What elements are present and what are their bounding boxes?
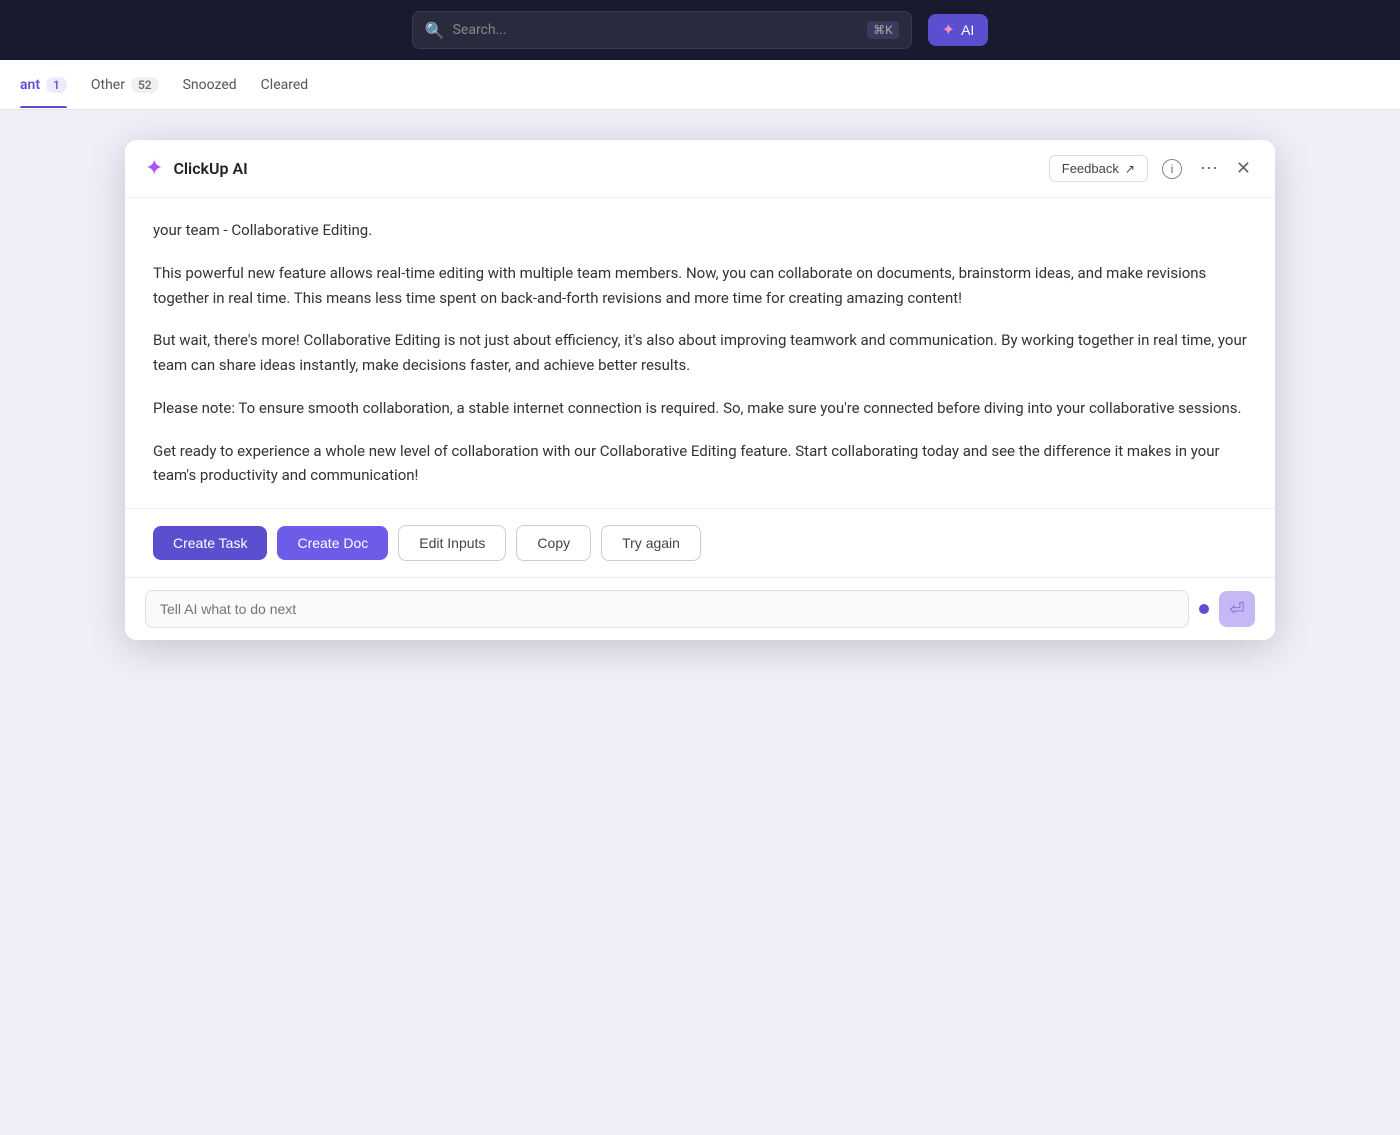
close-button[interactable]: ✕	[1232, 154, 1255, 183]
panel-body: your team - Collaborative Editing. This …	[125, 198, 1275, 508]
tab-other[interactable]: Other 52	[91, 63, 159, 107]
tab-cleared-label: Cleared	[261, 77, 309, 93]
ai-panel: ✦ ClickUp AI Feedback ↗ i ⋯ ✕	[125, 140, 1275, 640]
tab-important[interactable]: ant 1	[20, 63, 67, 107]
panel-actions-row: Create Task Create Doc Edit Inputs Copy …	[125, 508, 1275, 577]
content-paragraph-0: your team - Collaborative Editing.	[153, 218, 1247, 243]
panel-header-actions: Feedback ↗ i ⋯ ✕	[1049, 154, 1255, 183]
copy-label: Copy	[537, 535, 570, 551]
tab-important-badge: 1	[46, 77, 67, 93]
more-button[interactable]: ⋯	[1196, 154, 1222, 183]
feedback-button[interactable]: Feedback ↗	[1049, 155, 1148, 182]
send-button[interactable]: ⏎	[1219, 591, 1255, 627]
info-button[interactable]: i	[1158, 155, 1186, 183]
try-again-label: Try again	[622, 535, 680, 551]
tab-snoozed-label: Snoozed	[183, 77, 237, 93]
close-icon: ✕	[1236, 158, 1251, 179]
search-placeholder: Search...	[453, 22, 507, 38]
tab-other-badge: 52	[131, 77, 159, 93]
tabs-row: ant 1 Other 52 Snoozed Cleared	[0, 60, 1400, 110]
ai-button[interactable]: ✦ AI	[928, 14, 989, 46]
input-status-dot	[1199, 604, 1209, 614]
search-bar[interactable]: 🔍 Search... ⌘K	[412, 11, 912, 49]
search-icon: 🔍	[425, 21, 445, 40]
ai-sparkle-icon: ✦	[942, 20, 955, 40]
tab-other-label: Other	[91, 77, 125, 93]
copy-button[interactable]: Copy	[516, 525, 591, 561]
search-shortcut: ⌘K	[867, 21, 899, 39]
tab-important-label: ant	[20, 77, 40, 93]
info-icon: i	[1162, 159, 1182, 179]
create-task-label: Create Task	[173, 535, 247, 551]
ai-input[interactable]	[145, 590, 1189, 628]
shortcut-symbol: ⌘K	[873, 23, 893, 37]
content-paragraph-4: Get ready to experience a whole new leve…	[153, 439, 1247, 489]
send-icon: ⏎	[1229, 599, 1244, 620]
edit-inputs-button[interactable]: Edit Inputs	[398, 525, 506, 561]
panel-header: ✦ ClickUp AI Feedback ↗ i ⋯ ✕	[125, 140, 1275, 198]
top-bar: 🔍 Search... ⌘K ✦ AI	[0, 0, 1400, 60]
panel-input-area: ⏎	[125, 577, 1275, 640]
create-task-button[interactable]: Create Task	[153, 526, 267, 560]
ai-button-label: AI	[961, 22, 974, 38]
edit-inputs-label: Edit Inputs	[419, 535, 485, 551]
ai-sparkle-logo: ✦	[145, 156, 163, 181]
create-doc-button[interactable]: Create Doc	[277, 526, 388, 560]
more-icon: ⋯	[1200, 158, 1218, 179]
content-paragraph-2: But wait, there's more! Collaborative Ed…	[153, 328, 1247, 378]
tab-cleared[interactable]: Cleared	[261, 63, 309, 107]
content-paragraph-1: This powerful new feature allows real-ti…	[153, 261, 1247, 311]
panel-title: ClickUp AI	[173, 159, 247, 178]
content-area: ✦ ClickUp AI Feedback ↗ i ⋯ ✕	[0, 110, 1400, 1135]
tab-snoozed[interactable]: Snoozed	[183, 63, 237, 107]
try-again-button[interactable]: Try again	[601, 525, 701, 561]
create-doc-label: Create Doc	[297, 535, 368, 551]
panel-title-wrap: ✦ ClickUp AI	[145, 156, 1049, 181]
external-link-icon: ↗	[1125, 162, 1135, 176]
content-paragraph-3: Please note: To ensure smooth collaborat…	[153, 396, 1247, 421]
feedback-label: Feedback	[1062, 161, 1119, 176]
